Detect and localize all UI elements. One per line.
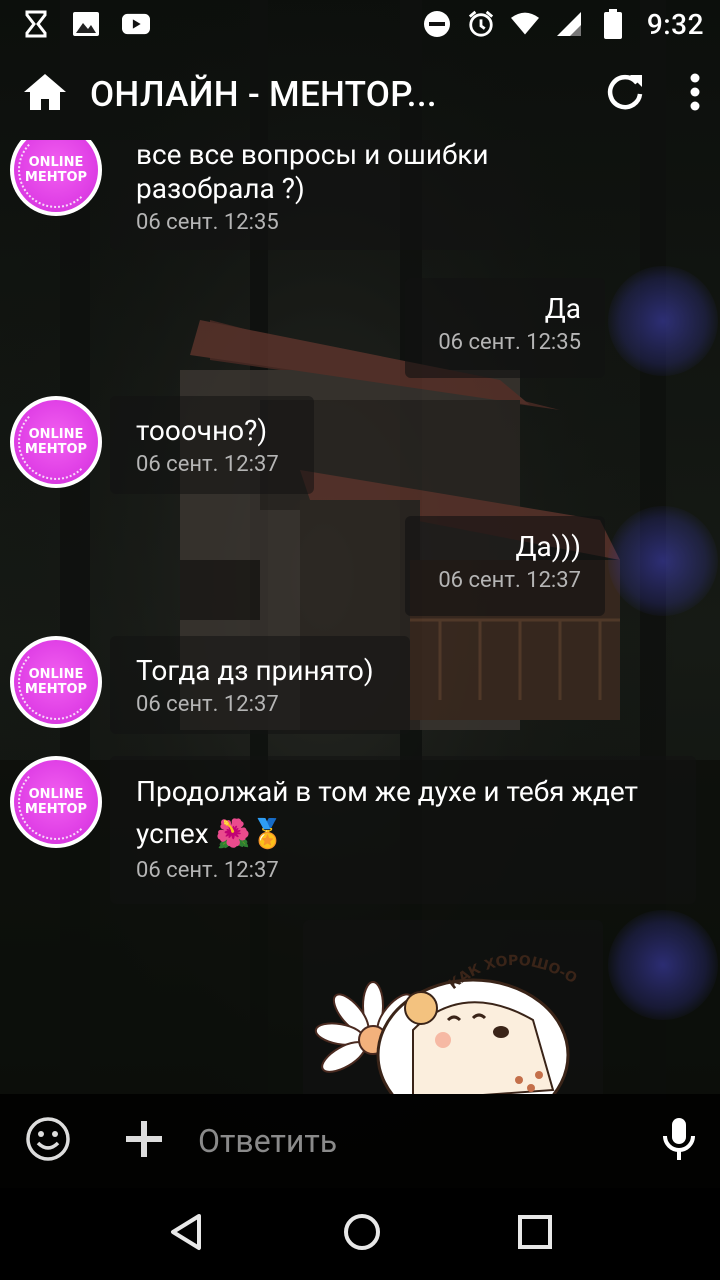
message-list[interactable]: ONLINE МЕНТОР все все вопросы и ошибки ра… [0,140,720,1094]
hedgehog-sticker: КАК ХОРОШО-О [314,953,580,1094]
microphone-icon[interactable] [662,1116,696,1166]
message-bubble[interactable]: Да))) 06 сент. 12:37 [405,516,605,616]
message-text: все все вопросы и ошибки [136,140,489,171]
read-indicator [608,266,718,376]
message-text: Да))) [515,530,581,563]
alarm-icon [467,10,495,38]
read-indicator [608,506,718,616]
message-text: Тогда дз принято) [136,654,374,687]
avatar-line2: МЕНТОР [24,682,88,697]
wifi-icon [510,10,539,38]
message-text: Продолжай в том же духе и тебя ждет [136,775,639,808]
avatar[interactable]: ONLINE МЕНТОР [10,756,102,848]
avatar-line1: ONLINE [28,787,84,802]
hourglass-icon [22,10,50,38]
avatar-line2: МЕНТОР [24,802,88,817]
reply-input[interactable]: Ответить [198,1122,337,1160]
read-indicator [608,910,718,1020]
avatar-line2: МЕНТОР [24,170,88,185]
message-time: 06 сент. 12:37 [136,858,279,883]
avatar-line1: ONLINE [28,667,84,682]
message-time: 06 сент. 12:37 [136,452,279,477]
message-time: 06 сент. 12:37 [438,568,581,593]
message-text: Да [544,292,581,325]
message-time: 06 сент. 12:35 [438,330,581,355]
sticker-message[interactable]: КАК ХОРОШО-О [303,920,603,1094]
app-bar: ОНЛАЙН - МЕНТОР... [0,48,720,140]
plus-icon[interactable] [124,1119,164,1163]
message-time: 06 сент. 12:37 [136,692,279,717]
back-icon[interactable] [167,1212,207,1256]
home-icon[interactable] [22,72,68,116]
recents-icon[interactable] [517,1214,553,1254]
message-time: 06 сент. 12:35 [136,210,279,235]
status-bar: 9:32 [0,0,720,48]
home-circle-icon[interactable] [342,1212,382,1256]
avatar[interactable]: ONLINE МЕНТОР [10,636,102,728]
signal-icon [555,10,583,38]
status-clock: 9:32 [646,7,704,41]
chat-title[interactable]: ОНЛАЙН - МЕНТОР... [90,74,490,115]
avatar-line1: ONLINE [28,427,84,442]
avatar-line1: ONLINE [28,155,84,170]
battery-icon [599,9,627,39]
message-text: разобрала ?) [136,172,305,205]
message-text: успех 🌺🏅 [136,817,286,850]
more-vert-icon[interactable] [690,73,700,115]
do-not-disturb-icon [423,10,451,38]
message-text: тооочно?) [136,414,268,447]
message-bubble[interactable]: Да 06 сент. 12:35 [405,278,605,378]
image-icon [72,10,100,38]
emoji-icon[interactable] [24,1115,72,1167]
avatar[interactable]: ONLINE МЕНТОР [10,396,102,488]
message-bubble[interactable]: все все вопросы и ошибки разобрала ?) 06… [110,140,530,250]
message-bubble[interactable]: тооочно?) 06 сент. 12:37 [110,396,314,494]
youtube-icon [122,10,150,38]
message-bubble[interactable]: Тогда дз принято) 06 сент. 12:37 [110,636,410,734]
system-nav-bar [0,1188,720,1280]
avatar-line2: МЕНТОР [24,442,88,457]
reply-bar: Ответить [0,1094,720,1188]
message-bubble[interactable]: Продолжай в том же духе и тебя ждет успе… [110,756,696,904]
refresh-icon[interactable] [606,73,644,115]
avatar[interactable]: ONLINE МЕНТОР [10,140,102,216]
